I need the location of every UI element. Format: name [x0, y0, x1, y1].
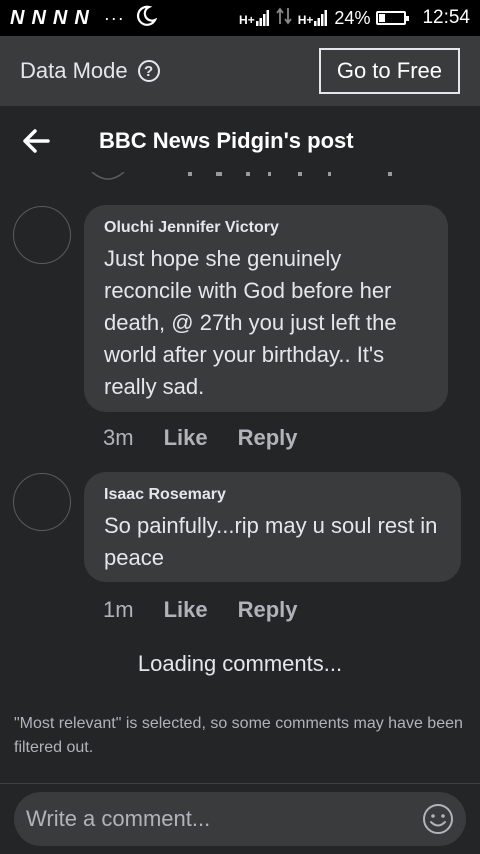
go-to-free-button[interactable]: Go to Free — [318, 48, 460, 94]
carrier-n-icon: N — [10, 6, 26, 29]
signal-icon: H+ — [298, 10, 329, 26]
carrier-n-icon: N — [52, 6, 69, 29]
moon-icon — [135, 5, 158, 32]
carrier-n-icon: N — [31, 6, 47, 29]
comment-text: Just hope she genuinely reconcile with G… — [104, 246, 397, 399]
avatar[interactable] — [13, 206, 71, 264]
comment-text: So painfully...rip may u soul rest in pe… — [104, 513, 438, 570]
post-header: BBC News Pidgin's post — [0, 106, 480, 176]
data-arrows-icon — [276, 7, 292, 30]
data-mode-info[interactable]: Data Mode ? — [20, 58, 160, 84]
more-notifications-icon: ··· — [103, 7, 125, 28]
comment-author[interactable]: Isaac Rosemary — [104, 486, 441, 504]
divider — [0, 783, 480, 784]
status-bar: N N N N ··· H+ H+ 24% 12:54 — [0, 0, 480, 36]
comment-author[interactable]: Oluchi Jennifer Victory — [104, 219, 428, 237]
like-button[interactable]: Like — [164, 425, 208, 451]
battery-percent: 24% — [334, 7, 371, 28]
comment-input[interactable] — [26, 806, 422, 832]
arrow-left-icon[interactable] — [22, 128, 50, 154]
like-button[interactable]: Like — [164, 597, 208, 623]
avatar[interactable] — [13, 473, 71, 531]
signal-icon: H+ — [239, 10, 270, 26]
comment-timestamp: 3m — [103, 425, 134, 450]
comment-bubble[interactable]: Isaac Rosemary So painfully...rip may u … — [84, 472, 461, 582]
help-icon[interactable]: ? — [137, 60, 160, 82]
comment-timestamp: 1m — [103, 597, 134, 622]
filter-note: "Most relevant" is selected, so some com… — [14, 715, 463, 756]
comment-actions: 1m Like Reply — [103, 597, 298, 623]
comment-actions: 3m Like Reply — [103, 425, 298, 451]
reply-button[interactable]: Reply — [238, 425, 298, 451]
data-mode-label: Data Mode — [20, 58, 128, 83]
data-mode-bar: Data Mode ? Go to Free — [0, 36, 480, 106]
battery-icon — [376, 11, 410, 25]
clock: 12:54 — [422, 7, 470, 28]
page-title: BBC News Pidgin's post — [99, 128, 354, 153]
reply-button[interactable]: Reply — [238, 597, 298, 623]
smiley-icon[interactable] — [422, 803, 454, 835]
loading-comments: Loading comments... — [137, 651, 343, 676]
carrier-n-icon: N — [74, 6, 90, 29]
comment-composer — [14, 792, 466, 846]
previous-comment-fragment — [88, 172, 408, 186]
comment-bubble[interactable]: Oluchi Jennifer Victory Just hope she ge… — [84, 205, 448, 412]
